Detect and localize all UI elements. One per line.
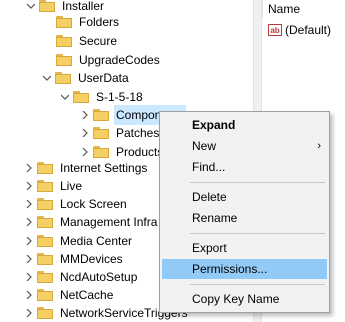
tree-item-label: Folders — [79, 15, 120, 29]
tree-item-label: Internet Settings — [60, 161, 148, 175]
submenu-arrow-icon: › — [317, 140, 321, 152]
expand-arrow-icon[interactable] — [24, 176, 34, 196]
menu-separator — [190, 284, 325, 285]
folder-icon — [37, 180, 53, 192]
tree-item-label: Patches — [116, 126, 160, 140]
folder-icon — [37, 235, 53, 247]
tree-item-userdata[interactable]: UserData — [42, 68, 131, 88]
tree-item-label: Live — [60, 179, 83, 193]
tree-item-label: UpgradeCodes — [79, 53, 160, 67]
menu-item-label: Expand — [192, 118, 236, 132]
folder-icon — [37, 198, 53, 210]
tree-item-label: Media Center — [60, 234, 133, 248]
tree-item-label: MMDevices — [60, 252, 123, 266]
name-column-header[interactable]: Name — [268, 0, 300, 18]
folder-icon — [56, 16, 72, 28]
string-value-icon: ab — [268, 24, 282, 36]
tree-item-ncdautosetup[interactable]: NcdAutoSetup — [24, 267, 139, 287]
collapse-arrow-icon[interactable] — [60, 87, 70, 107]
menu-item-delete[interactable]: Delete — [162, 187, 327, 207]
menu-item-label: Rename — [192, 211, 238, 225]
folder-icon — [37, 271, 53, 283]
expand-arrow-icon[interactable] — [80, 123, 90, 143]
tree-item-upgradecodes[interactable]: UpgradeCodes — [56, 50, 162, 70]
expand-arrow-icon[interactable] — [24, 249, 34, 269]
expand-arrow-icon[interactable] — [24, 285, 34, 305]
menu-item-label: Export — [192, 241, 227, 255]
folder-icon — [73, 91, 89, 103]
expand-arrow-icon[interactable] — [24, 303, 34, 322]
tree-item-mmdevices[interactable]: MMDevices — [24, 249, 125, 269]
folder-icon — [56, 35, 72, 47]
expand-arrow-icon[interactable] — [24, 267, 34, 287]
value-row-default[interactable]: ab (Default) — [268, 22, 331, 38]
folder-icon — [37, 289, 53, 301]
menu-item-rename[interactable]: Rename — [162, 208, 327, 228]
tree-item-secure[interactable]: Secure — [56, 31, 119, 51]
menu-item-find[interactable]: Find... — [162, 157, 327, 177]
folder-icon — [37, 307, 53, 319]
tree-item-s-1-5-18[interactable]: S-1-5-18 — [60, 87, 145, 107]
folder-icon — [39, 0, 55, 12]
menu-item-label: Delete — [192, 190, 227, 204]
tree-item-label: NetCache — [60, 288, 114, 302]
folder-icon — [37, 216, 53, 228]
menu-separator — [190, 182, 325, 183]
expand-arrow-icon[interactable] — [24, 231, 34, 251]
menu-separator — [190, 233, 325, 234]
folder-icon — [93, 127, 109, 139]
menu-item-expand[interactable]: Expand — [162, 115, 327, 135]
tree-item-label: UserData — [78, 71, 129, 85]
value-name: (Default) — [285, 23, 332, 37]
tree-item-internet-settings[interactable]: Internet Settings — [24, 158, 149, 178]
tree-item-label: Management Infra — [60, 215, 158, 229]
menu-item-export[interactable]: Export — [162, 238, 327, 258]
tree-item-label: S-1-5-18 — [96, 90, 143, 104]
menu-item-new[interactable]: New › — [162, 136, 327, 156]
tree-item-label: NcdAutoSetup — [60, 270, 138, 284]
folder-icon — [93, 146, 109, 158]
tree-item-label: Secure — [79, 34, 118, 48]
tree-item-management-infra[interactable]: Management Infra — [24, 212, 159, 232]
tree-item-lock-screen[interactable]: Lock Screen — [24, 194, 129, 214]
folder-icon — [56, 54, 72, 66]
expand-arrow-icon[interactable] — [80, 105, 90, 125]
collapse-arrow-icon[interactable] — [26, 0, 36, 16]
tree-item-patches[interactable]: Patches — [80, 123, 161, 143]
tree-item-label: Lock Screen — [60, 197, 127, 211]
folder-icon — [55, 72, 71, 84]
folder-icon — [93, 109, 109, 121]
menu-item-label: New — [192, 139, 217, 153]
expand-arrow-icon[interactable] — [24, 212, 34, 232]
context-menu[interactable]: Expand New › Find... Delete Rename Expor… — [159, 111, 330, 313]
column-separator[interactable] — [262, 0, 263, 18]
folder-icon — [37, 253, 53, 265]
folder-icon — [37, 162, 53, 174]
expand-arrow-icon[interactable] — [24, 158, 34, 178]
tree-item-netcache[interactable]: NetCache — [24, 285, 115, 305]
menu-item-copy-key-name[interactable]: Copy Key Name — [162, 289, 327, 309]
tree-item-live[interactable]: Live — [24, 176, 84, 196]
menu-item-permissions[interactable]: Permissions... — [162, 259, 327, 279]
expand-arrow-icon[interactable] — [24, 194, 34, 214]
menu-item-label: Copy Key Name — [192, 292, 280, 306]
tree-item-media-center[interactable]: Media Center — [24, 231, 134, 251]
menu-item-label: Permissions... — [192, 262, 268, 276]
tree-item-folders[interactable]: Folders — [56, 12, 121, 32]
menu-item-label: Find... — [192, 160, 226, 174]
collapse-arrow-icon[interactable] — [42, 68, 52, 88]
